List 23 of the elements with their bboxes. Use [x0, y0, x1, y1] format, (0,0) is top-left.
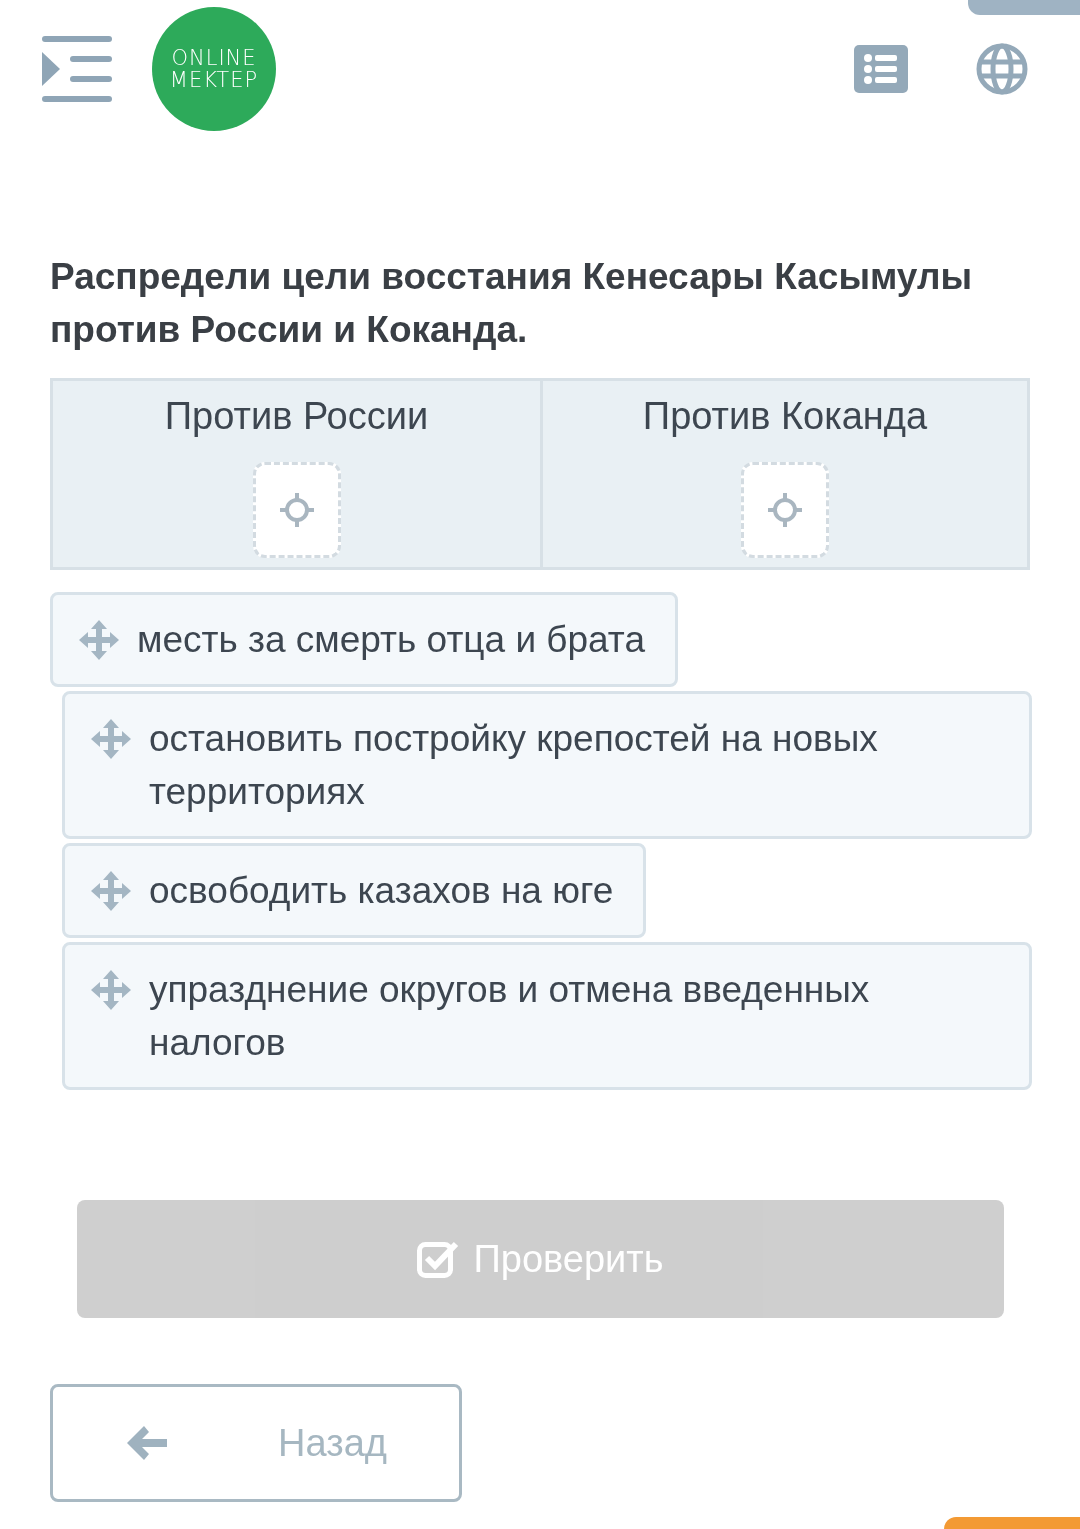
- draggable-answer[interactable]: упразднение округов и отмена введенных налогов: [62, 942, 1032, 1090]
- menu-icon[interactable]: [42, 36, 112, 102]
- move-icon: [91, 719, 131, 759]
- globe-icon[interactable]: [976, 43, 1028, 95]
- arrow-left-icon: [127, 1426, 167, 1460]
- drop-zone[interactable]: [252, 462, 341, 558]
- draggable-answer[interactable]: остановить постройку крепостей на новых территориях: [62, 691, 1032, 839]
- next-button[interactable]: [944, 1517, 1080, 1529]
- checkbox-icon: [417, 1240, 460, 1278]
- drop-zone[interactable]: [741, 462, 829, 558]
- category-title: Против Коканда: [642, 395, 928, 438]
- move-icon: [91, 871, 131, 911]
- draggable-answer[interactable]: месть за смерть отца и брата: [50, 592, 678, 687]
- draggable-answer[interactable]: освободить казахов на юге: [62, 843, 647, 938]
- question-text: Распредели цели восстания Кенесары Касымулы против России и Коканда.: [50, 255, 974, 352]
- logo: ONLINE MEKTEP: [152, 7, 276, 131]
- crosshair-icon: [279, 493, 314, 527]
- category-title: Против России: [164, 395, 429, 438]
- move-icon: [91, 970, 131, 1010]
- tab-handle[interactable]: [968, 0, 1080, 15]
- list-icon[interactable]: [854, 45, 908, 93]
- crosshair-icon: [768, 493, 802, 527]
- move-icon: [79, 620, 119, 660]
